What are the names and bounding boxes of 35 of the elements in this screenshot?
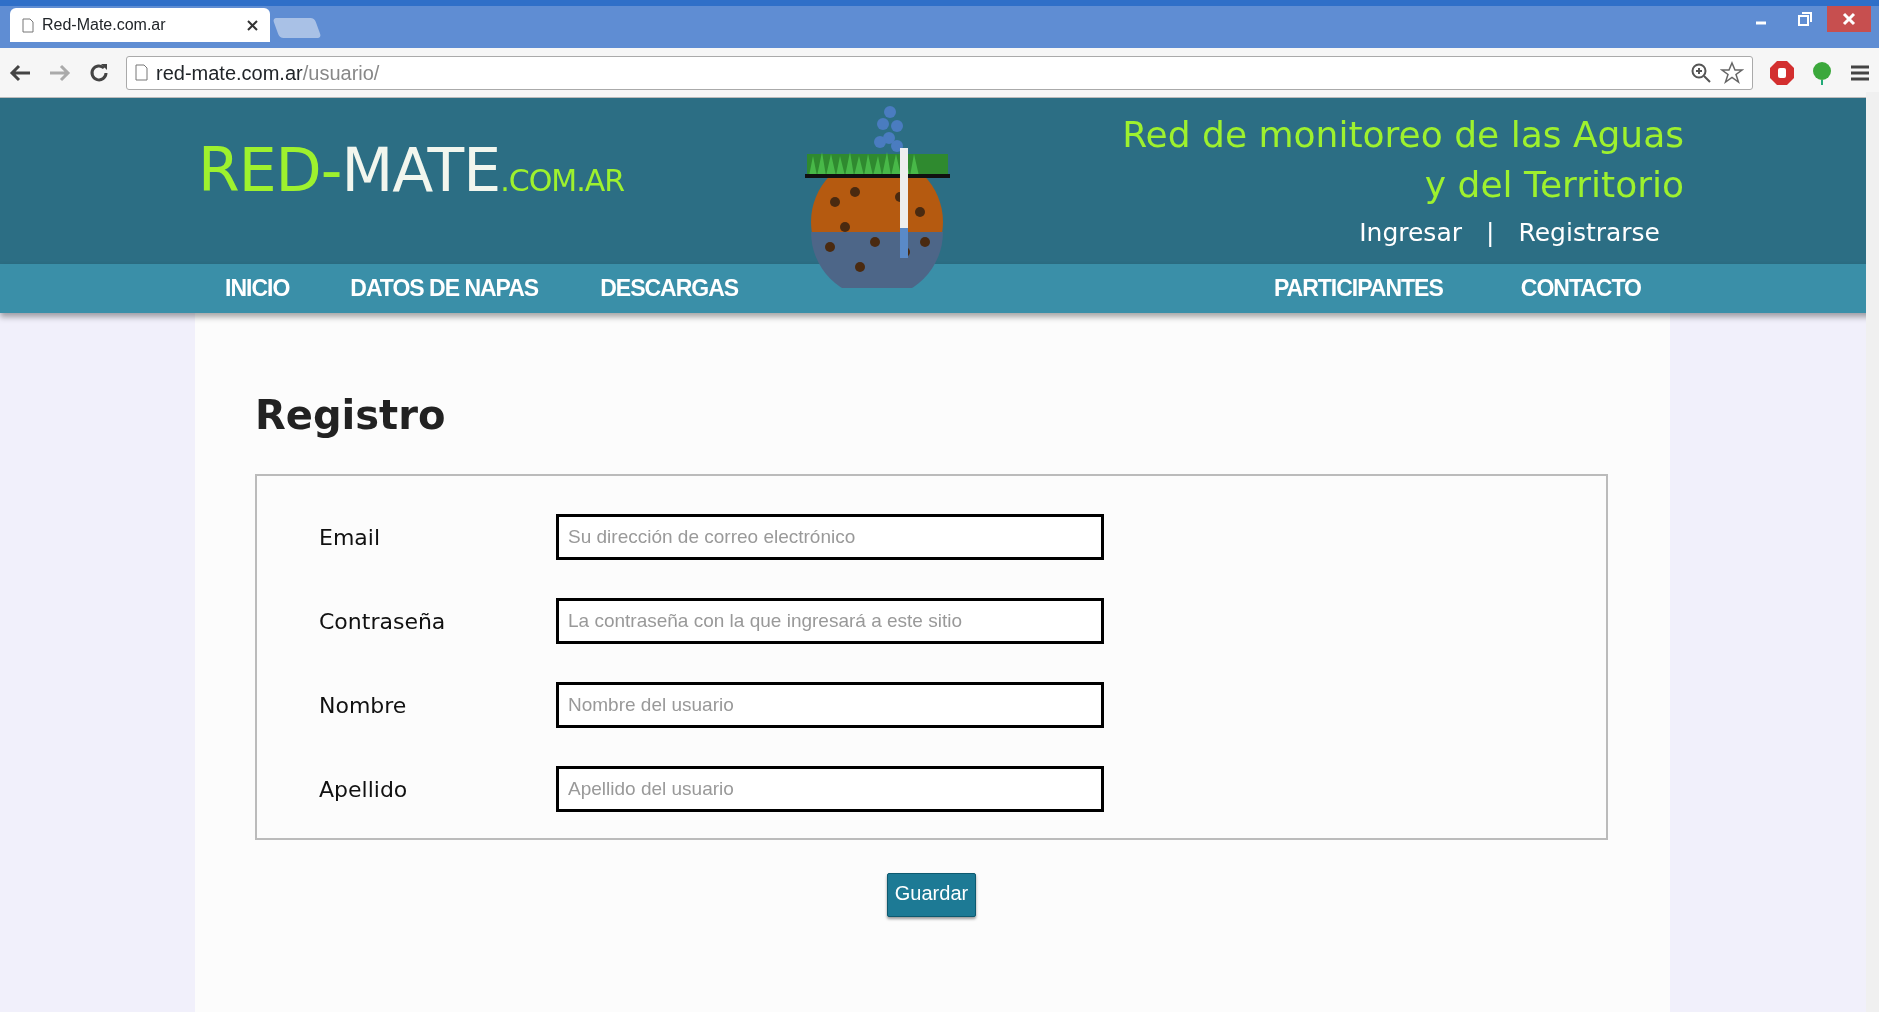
page-icon: [22, 17, 34, 33]
auth-link[interactable]: Registrarse: [1518, 214, 1660, 252]
close-window-icon[interactable]: [1827, 6, 1871, 32]
browser-tab[interactable]: Red-Mate.com.ar: [10, 8, 270, 42]
field-label: Email: [319, 523, 382, 552]
save-button[interactable]: Guardar: [886, 873, 977, 917]
address-bar[interactable]: red-mate.com.ar/usuario/: [126, 55, 1753, 90]
reload-icon[interactable]: [88, 61, 110, 84]
star-icon[interactable]: [1720, 60, 1744, 85]
input-field[interactable]: Su dirección de correo electrónico: [556, 514, 1104, 560]
url-text: red-mate.com.ar/usuario/: [156, 60, 381, 86]
input-field[interactable]: La contraseña con la que ingresará a este sitio: [556, 598, 1104, 644]
tagline-text: Red de monitoreo de las Aguas: [1122, 113, 1684, 157]
nav-link[interactable]: DESCARGAS: [600, 271, 739, 306]
separator-text: |: [1486, 217, 1495, 249]
page-heading: Registro: [255, 391, 447, 439]
input-field[interactable]: Apellido del usuario: [556, 766, 1104, 812]
page-icon: [135, 64, 148, 81]
field-label: Apellido: [319, 775, 409, 804]
nav-link[interactable]: DATOS DE NAPAS: [350, 271, 539, 306]
nav-link[interactable]: PARTICIPANTES: [1273, 271, 1443, 306]
back-icon[interactable]: [8, 62, 32, 83]
field-label: Nombre: [319, 691, 408, 720]
input-field[interactable]: Nombre del usuario: [556, 682, 1104, 728]
nav-link[interactable]: INICIO: [225, 271, 290, 306]
auth-link[interactable]: Ingresar: [1359, 214, 1462, 252]
zoom-icon[interactable]: [1690, 61, 1712, 84]
close-icon[interactable]: [247, 19, 258, 31]
nav-link[interactable]: CONTACTO: [1520, 271, 1641, 306]
stop-sign-icon[interactable]: [1769, 59, 1795, 86]
tagline-text: y del Territorio: [1424, 163, 1684, 207]
site-logo[interactable]: RED-MATE.COM.AR: [198, 140, 625, 200]
tab-title: Red-Mate.com.ar: [42, 15, 167, 35]
scrollbar[interactable]: [1866, 92, 1879, 1012]
field-label: Contraseña: [319, 607, 447, 636]
